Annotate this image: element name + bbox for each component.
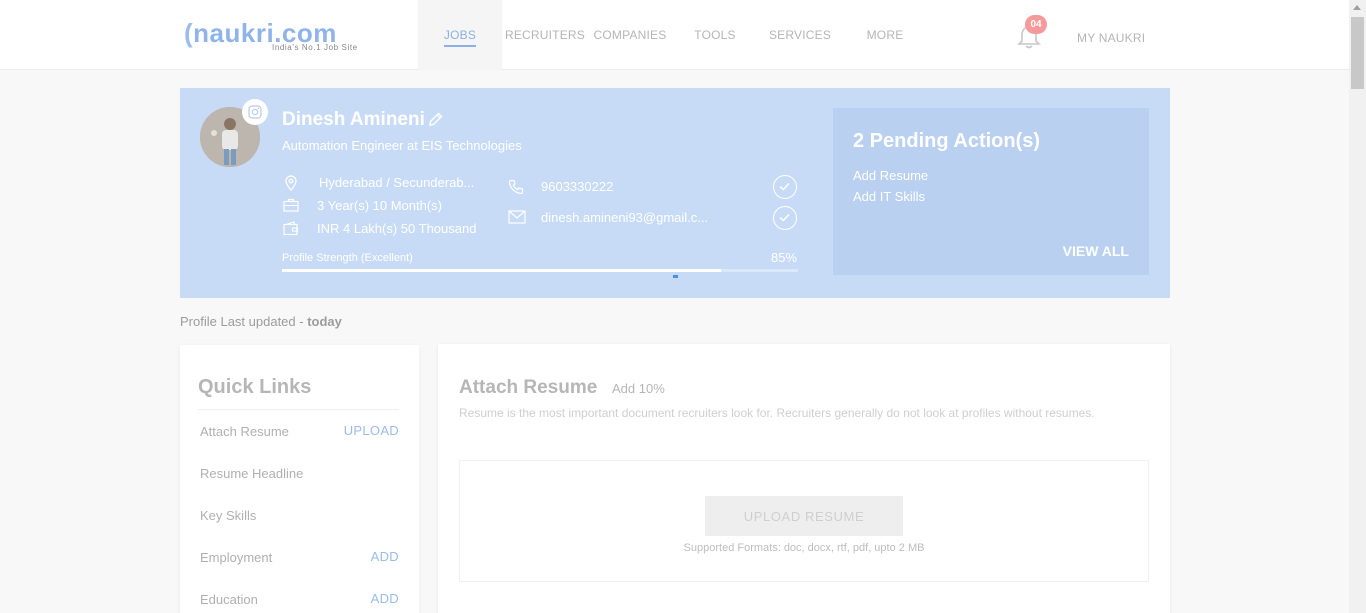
profile-strength-marker	[673, 275, 678, 278]
last-updated-value: today	[307, 314, 342, 329]
profile-strength-bar	[282, 269, 798, 272]
profile-headline: Automation Engineer at EIS Technologies	[282, 138, 522, 153]
my-naukri-menu[interactable]: MY NAUKRI	[1077, 31, 1145, 45]
attach-resume-add-percent: Add 10%	[612, 381, 665, 396]
upload-resume-button[interactable]: UPLOAD RESUME	[705, 496, 903, 536]
logo-tagline: India's No.1 Job Site	[272, 43, 358, 52]
upload-link[interactable]: UPLOAD	[344, 423, 399, 438]
pending-action-add-it-skills[interactable]: Add IT Skills	[853, 189, 925, 204]
resume-upload-dropzone[interactable]: UPLOAD RESUME Supported Formats: doc, do…	[459, 460, 1149, 582]
naukri-logo[interactable]: (naukri.com India's No.1 Job Site	[184, 20, 357, 52]
scrollbar-thumb[interactable]	[1351, 17, 1364, 89]
scroll-up-arrow-icon[interactable]	[1353, 5, 1361, 10]
email-envelope-icon	[508, 210, 526, 224]
top-header: (naukri.com India's No.1 Job Site JOBS R…	[0, 0, 1349, 70]
wallet-icon	[283, 221, 299, 236]
quick-link-attach-resume[interactable]: Attach Resume	[200, 424, 289, 439]
quick-link-resume-headline[interactable]: Resume Headline	[200, 466, 303, 481]
profile-strength-fill	[282, 269, 721, 272]
quick-links-title: Quick Links	[198, 376, 312, 398]
attach-resume-card: Attach Resume Add 10% Resume is the most…	[438, 344, 1170, 613]
page-scrollbar[interactable]	[1349, 0, 1366, 613]
pending-actions-panel: 2 Pending Action(s) Add Resume Add IT Sk…	[833, 108, 1149, 275]
nav-companies[interactable]: COMPANIES	[588, 0, 672, 70]
profile-salary: INR 4 Lakh(s) 50 Thousand	[317, 221, 477, 236]
attach-resume-description: Resume is the most important document re…	[459, 406, 1095, 420]
profile-last-updated: Profile Last updated - today	[180, 314, 342, 329]
profile-strength-percent: 85%	[771, 250, 798, 265]
location-pin-icon	[285, 175, 297, 191]
supported-formats-note: Supported Formats: doc, docx, rtf, pdf, …	[683, 542, 925, 554]
profile-strength-label: Profile Strength (Excellent)	[282, 252, 413, 264]
phone-icon	[508, 179, 524, 195]
add-education-link[interactable]: ADD	[371, 591, 399, 606]
profile-location: Hyderabad / Secunderab...	[319, 175, 475, 190]
nav-more[interactable]: MORE	[842, 0, 928, 70]
attach-resume-title: Attach Resume	[459, 377, 598, 398]
view-all-button[interactable]: VIEW ALL	[1063, 243, 1129, 259]
quick-link-key-skills[interactable]: Key Skills	[200, 508, 256, 523]
quick-link-employment[interactable]: Employment	[200, 550, 272, 565]
notification-badge: 04	[1025, 15, 1047, 34]
quick-links-divider	[198, 409, 399, 410]
quick-link-education[interactable]: Education	[200, 592, 258, 607]
nav-tools[interactable]: TOOLS	[672, 0, 758, 70]
pending-actions-title: 2 Pending Action(s)	[853, 130, 1041, 152]
profile-phone: 9603330222	[541, 179, 614, 194]
pencil-edit-icon[interactable]	[427, 111, 444, 128]
nav-jobs[interactable]: JOBS	[418, 0, 502, 70]
email-verified-check-icon	[773, 206, 797, 230]
phone-verified-check-icon	[773, 175, 797, 199]
profile-email: dinesh.amineni93@gmail.c...	[541, 210, 709, 225]
add-employment-link[interactable]: ADD	[371, 549, 399, 564]
pending-action-add-resume[interactable]: Add Resume	[853, 168, 928, 183]
profile-name: Dinesh Amineni	[282, 109, 425, 130]
nav-recruiters[interactable]: RECRUITERS	[502, 0, 588, 70]
nav-services[interactable]: SERVICES	[758, 0, 842, 70]
camera-icon	[248, 105, 262, 119]
briefcase-icon	[283, 198, 299, 212]
quick-links-panel: Quick Links Attach Resume UPLOAD Resume …	[180, 345, 419, 613]
change-photo-button[interactable]	[242, 99, 268, 125]
profile-experience: 3 Year(s) 10 Month(s)	[317, 198, 443, 213]
